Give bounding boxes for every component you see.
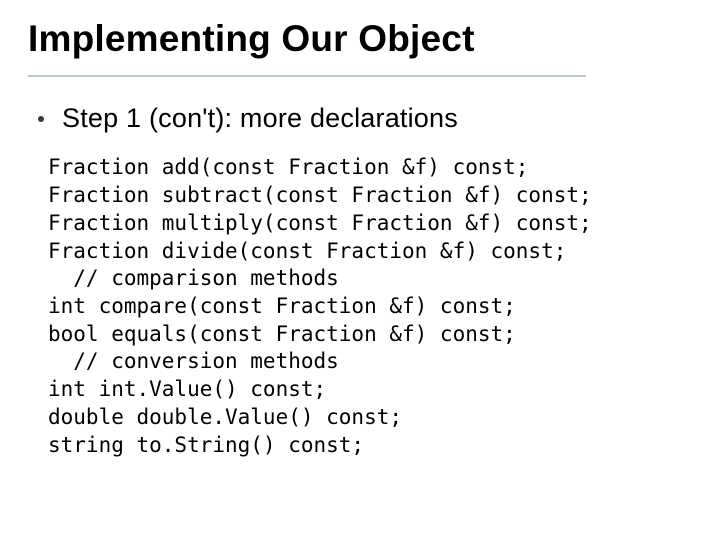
page-title: Implementing Our Object (28, 18, 692, 73)
step-text: Step 1 (con't): more declarations (62, 103, 458, 134)
title-rule (28, 75, 586, 77)
code-block: Fraction add(const Fraction &f) const; F… (28, 154, 692, 459)
slide: Implementing Our Object Step 1 (con't): … (0, 0, 720, 540)
bullet-icon (38, 116, 44, 122)
step-row: Step 1 (con't): more declarations (28, 103, 692, 134)
